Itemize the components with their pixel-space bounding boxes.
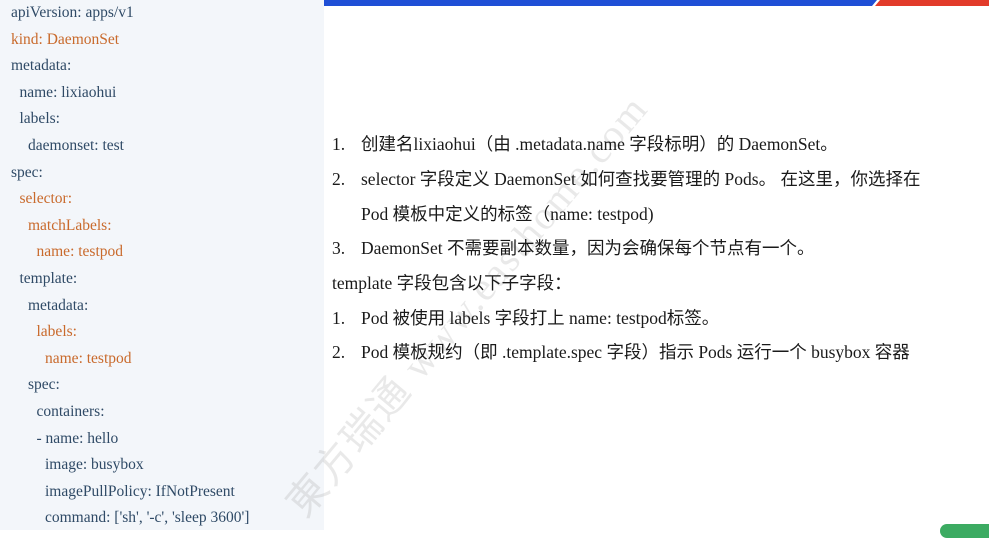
item3-number: 3.	[332, 238, 346, 258]
yaml-line: labels:	[36, 323, 77, 341]
corner-badge	[940, 524, 989, 538]
yaml-code-panel: apiVersion: apps/v1 kind: DaemonSet metada…	[0, 0, 324, 530]
item1-number: 1.	[332, 134, 346, 154]
yaml-line: selector:	[19, 190, 73, 208]
yaml-line: spec:	[28, 376, 60, 394]
yaml-line: containers:	[36, 403, 105, 420]
yaml-line: apiVersion: apps/v1	[11, 4, 134, 21]
sub2-number: 2.	[332, 342, 346, 362]
sub2-text: Pod 模板规约（即 .template.spec 字段）指示 Pods 运行一…	[361, 342, 910, 362]
yaml-line: imagePullPolicy: IfNotPresent	[45, 482, 235, 500]
item2-text-line2: Pod 模板中定义的标签（name: testpod)	[361, 204, 654, 224]
yaml-line: daemonset: test	[28, 137, 124, 154]
template-intro-text: template 字段包含以下子字段：	[332, 273, 572, 293]
top-accent-bar-red	[874, 0, 989, 6]
yaml-line: template:	[19, 270, 78, 287]
item1-text: 创建名lixiaohui（由 .metadata.name 字段标明）的 Dae…	[361, 134, 838, 154]
yaml-line: name: testpod	[45, 349, 132, 367]
item3-text: DaemonSet 不需要副本数量，因为会确保每个节点有一个。	[361, 238, 815, 258]
yaml-line: image: busybox	[45, 456, 144, 474]
yaml-line: name: testpod	[36, 243, 124, 261]
item2-text-line1: selector 字段定义 DaemonSet 如何查找要管理的 Pods。 在…	[361, 169, 921, 189]
yaml-line: command: ['sh', '-c', 'sleep 3600']	[45, 509, 250, 527]
yaml-line: matchLabels:	[28, 216, 112, 234]
yaml-line: kind: DaemonSet	[11, 30, 120, 48]
yaml-line: labels:	[19, 110, 60, 128]
yaml-line: - name: hello	[36, 429, 119, 447]
yaml-line: metadata:	[28, 296, 89, 314]
yaml-line: name: lixiaohui	[19, 83, 117, 101]
top-accent-bar-blue	[324, 0, 880, 6]
item2-number: 2.	[332, 169, 346, 189]
sub1-text: Pod 被使用 labels 字段打上 name: testpod标签。	[361, 308, 720, 328]
sub1-number: 1.	[332, 308, 346, 328]
yaml-line: spec:	[11, 163, 43, 181]
yaml-line: metadata:	[11, 57, 72, 75]
